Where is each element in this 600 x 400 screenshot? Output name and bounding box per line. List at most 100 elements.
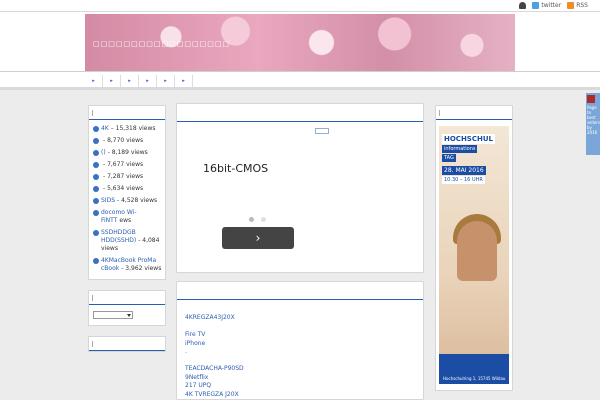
ad-area[interactable]: 16bit-CMOS › — [177, 122, 423, 272]
ad-title[interactable]: 16bit-CMOS — [203, 162, 268, 175]
list-item: docomo Wi-FiNTT ews — [93, 207, 163, 227]
list-item — [185, 357, 423, 366]
rank-icon — [93, 138, 99, 144]
popular-link[interactable]: SSDHDDGB HDD(SSHD) — [101, 229, 136, 244]
ad-footer: Hochschulring 1, 15745 Wildau — [439, 354, 509, 384]
ad-subtitle: informations — [442, 145, 478, 153]
list-item: - 8,770 views — [93, 135, 163, 147]
ad-next-button[interactable]: › — [222, 227, 294, 249]
list-item: - 7,677 views — [93, 159, 163, 171]
widget-header — [89, 106, 165, 120]
archive-select[interactable] — [93, 311, 133, 319]
dot-inactive[interactable] — [261, 217, 266, 222]
extra-widget — [88, 336, 166, 352]
list-item: 4K TVREGZA J20X — [185, 391, 423, 400]
ad-title: HOCHSCHUL — [442, 134, 495, 144]
archive-widget — [88, 290, 166, 326]
list-item: () - 8,189 views — [93, 147, 163, 159]
nav-item-3[interactable]: ▸ — [121, 75, 139, 87]
top-links: twitter RSS — [519, 2, 588, 9]
site-title[interactable]: □□□□□□□□□□□□□□□□□□ — [93, 40, 230, 48]
links-panel: 4KREGZA43J20X Fire TV iPhone . TEACDACHA… — [176, 281, 424, 400]
ad-subtitle-2: TAG — [442, 154, 456, 162]
list-item: 4KMacBook ProMa cBook - 3,962 views — [93, 255, 163, 275]
article-link[interactable]: 4K TVREGZA J20X — [185, 391, 239, 398]
list-item: SIDS - 4,528 views — [93, 195, 163, 207]
view-count: - 7,287 views — [103, 173, 144, 180]
ad-time: 10.30 – 16 UHR — [442, 176, 485, 184]
view-count: - 8,189 views — [107, 149, 148, 156]
ad-date: 28. MAI 2016 — [442, 166, 486, 175]
twitter-icon — [532, 2, 540, 9]
rank-icon — [93, 198, 99, 204]
dot-active[interactable] — [249, 217, 254, 222]
ad-photo — [457, 221, 497, 281]
nav-item-2[interactable]: ▸ — [103, 75, 121, 87]
side-tab[interactable]: Page to best sellers by 2016 — [586, 93, 600, 155]
widget-header — [436, 106, 512, 120]
list-item: - 7,287 views — [93, 171, 163, 183]
panel-header — [177, 104, 423, 122]
rank-icon — [93, 174, 99, 180]
view-count: - 5,634 views — [103, 185, 144, 192]
ad-panel: 16bit-CMOS › — [176, 103, 424, 273]
twitter-label: twitter — [541, 2, 562, 9]
list-item: SSDHDDGB HDD(SSHD) - 4,084 views — [93, 227, 163, 255]
rss-link[interactable]: RSS — [567, 2, 588, 9]
view-count: - 4,528 views — [117, 197, 158, 204]
rss-icon — [567, 2, 575, 9]
rank-icon — [93, 230, 99, 236]
left-sidebar: 4K – 15,318 views - 8,770 views () - 8,189… — [88, 105, 166, 362]
banner-ad[interactable]: HOCHSCHUL informations TAG 28. MAI 2016 … — [439, 126, 509, 384]
nav-item-5[interactable]: ▸ — [157, 75, 175, 87]
view-count: - 3,962 views — [121, 265, 162, 272]
header-banner[interactable]: □□□□□□□□□□□□□□□□□□ — [85, 14, 515, 71]
list-item — [185, 323, 423, 332]
adchoices-icon[interactable] — [315, 128, 329, 134]
article-link[interactable]: . — [185, 348, 187, 355]
article-link[interactable]: Fire TV — [185, 331, 205, 338]
rank-icon — [93, 258, 99, 264]
rank-icon — [93, 126, 99, 132]
list-item: . — [185, 348, 423, 357]
top-bar: twitter RSS — [0, 0, 600, 12]
widget-header — [89, 291, 165, 305]
nav-bar: ▸ ▸ ▸ ▸ ▸ ▸ — [0, 72, 600, 90]
popular-link[interactable]: () — [101, 149, 106, 156]
list-item: iPhone — [185, 340, 423, 349]
list-item: 217 UPQ — [185, 382, 423, 391]
nav-item-6[interactable]: ▸ — [175, 75, 193, 87]
widget-header — [89, 337, 165, 351]
article-link[interactable]: TEACDACHA-P90SD — [185, 365, 244, 372]
article-link[interactable]: iPhone — [185, 340, 205, 347]
rank-icon — [93, 150, 99, 156]
person-icon — [519, 2, 527, 9]
rss-label: RSS — [576, 2, 588, 9]
view-count: - 7,677 views — [103, 161, 144, 168]
view-count: – 15,318 views — [110, 125, 156, 132]
user-link[interactable] — [519, 2, 527, 9]
article-link[interactable]: 217 UPQ — [185, 382, 211, 389]
list-item: 4K – 15,318 views — [93, 123, 163, 135]
rank-icon — [93, 162, 99, 168]
ad-pagination — [249, 217, 266, 222]
list-item: TEACDACHA-P90SD — [185, 365, 423, 374]
list-item: 9Netflix — [185, 374, 423, 383]
popular-posts-widget: 4K – 15,318 views - 8,770 views () - 8,189… — [88, 105, 166, 280]
article-link[interactable]: 4KREGZA43J20X — [185, 314, 235, 321]
nav-item-1[interactable]: ▸ — [85, 75, 103, 87]
article-link[interactable]: 9Netflix — [185, 374, 208, 381]
list-item: - 5,634 views — [93, 183, 163, 195]
right-ad-widget: HOCHSCHUL informations TAG 28. MAI 2016 … — [435, 105, 513, 391]
popular-link[interactable]: SIDS — [101, 197, 115, 204]
side-tab-text: Page to best sellers by 2016 — [587, 105, 600, 135]
list-item: Fire TV — [185, 331, 423, 340]
panel-header — [177, 282, 423, 300]
main-content: 16bit-CMOS › 4KREGZA43J20X Fire TV iPhon… — [176, 103, 424, 400]
twitter-link[interactable]: twitter — [532, 2, 561, 9]
ad-address: Hochschulring 1, 15745 Wildau — [443, 376, 506, 381]
bookmark-icon — [587, 95, 595, 103]
nav-item-4[interactable]: ▸ — [139, 75, 157, 87]
popular-link[interactable]: 4K — [101, 125, 109, 132]
rank-icon — [93, 210, 99, 216]
